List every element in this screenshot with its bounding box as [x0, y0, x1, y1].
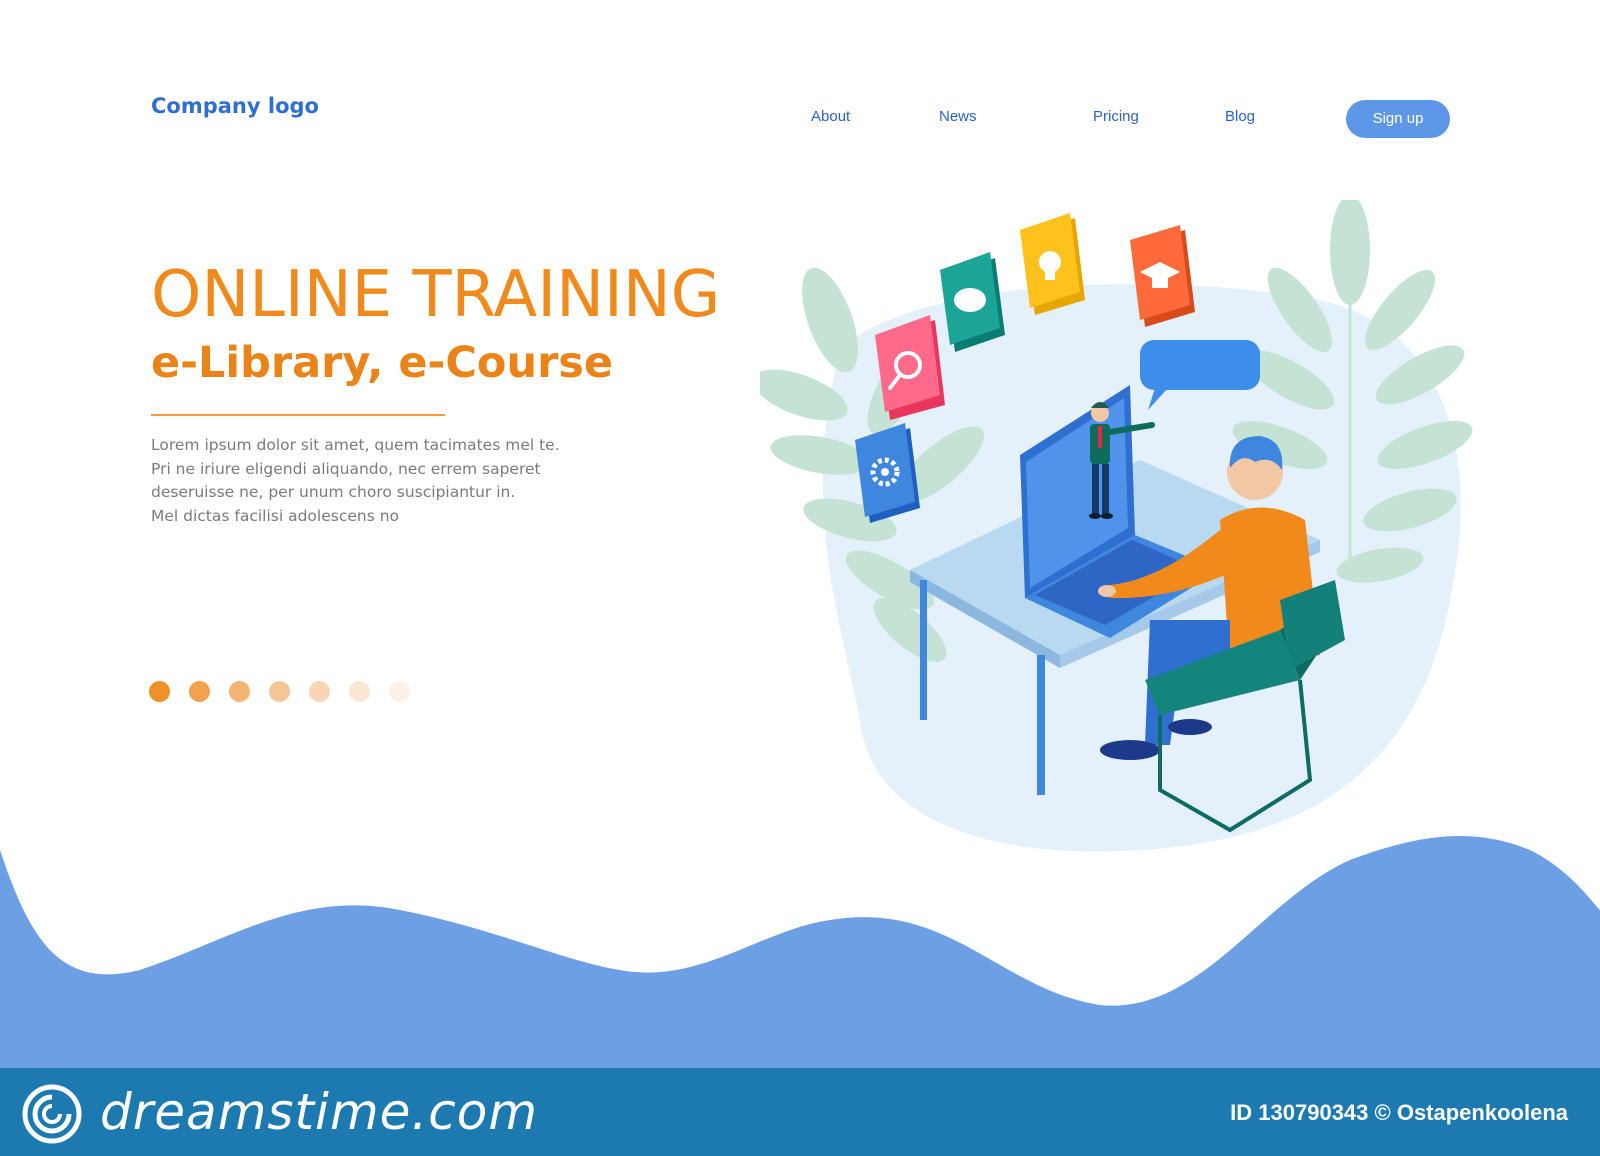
description-line: Mel dictas facilisi adolescens no — [151, 506, 400, 525]
pagination-dot[interactable] — [269, 681, 290, 702]
pagination-dot[interactable] — [349, 681, 370, 702]
nav-pricing[interactable]: Pricing — [1093, 108, 1139, 125]
pagination-dot[interactable] — [229, 681, 250, 702]
pagination-dot[interactable] — [389, 681, 410, 702]
signup-button[interactable]: Sign up — [1346, 100, 1450, 138]
pagination-dot[interactable] — [189, 681, 210, 702]
hero-subtitle: e-Library, e-Course — [151, 338, 614, 388]
nav-news[interactable]: News — [939, 108, 977, 125]
pagination-dot[interactable] — [309, 681, 330, 702]
online-training-illustration — [760, 200, 1473, 852]
image-credit: ID 130790343 © Ostapenkoolena — [1230, 1100, 1568, 1125]
nav-about[interactable]: About — [811, 108, 850, 125]
hero-description: Lorem ipsum dolor sit amet, quem tacimat… — [151, 434, 571, 528]
graduation-cap-icon — [1130, 225, 1195, 327]
dreamstime-logo-icon — [22, 1084, 82, 1144]
description-line: deseruisse ne, per unum choro suscipiant… — [151, 483, 516, 501]
description-line: Pri ne iriure eligendi aliquando, nec er… — [151, 459, 541, 478]
brand-watermark: dreamstime.com — [100, 1083, 539, 1141]
hero-title: ONLINE TRAINING — [151, 258, 721, 332]
lightbulb-icon — [1020, 213, 1085, 315]
company-logo[interactable]: Company logo — [151, 94, 319, 118]
pagination-dot-active[interactable] — [149, 681, 170, 702]
nav-blog[interactable]: Blog — [1225, 108, 1255, 125]
gear-icon — [855, 423, 920, 523]
description-line: Lorem ipsum dolor sit amet, quem tacimat… — [151, 436, 560, 454]
chat-icon — [940, 252, 1005, 352]
title-divider — [151, 414, 445, 416]
